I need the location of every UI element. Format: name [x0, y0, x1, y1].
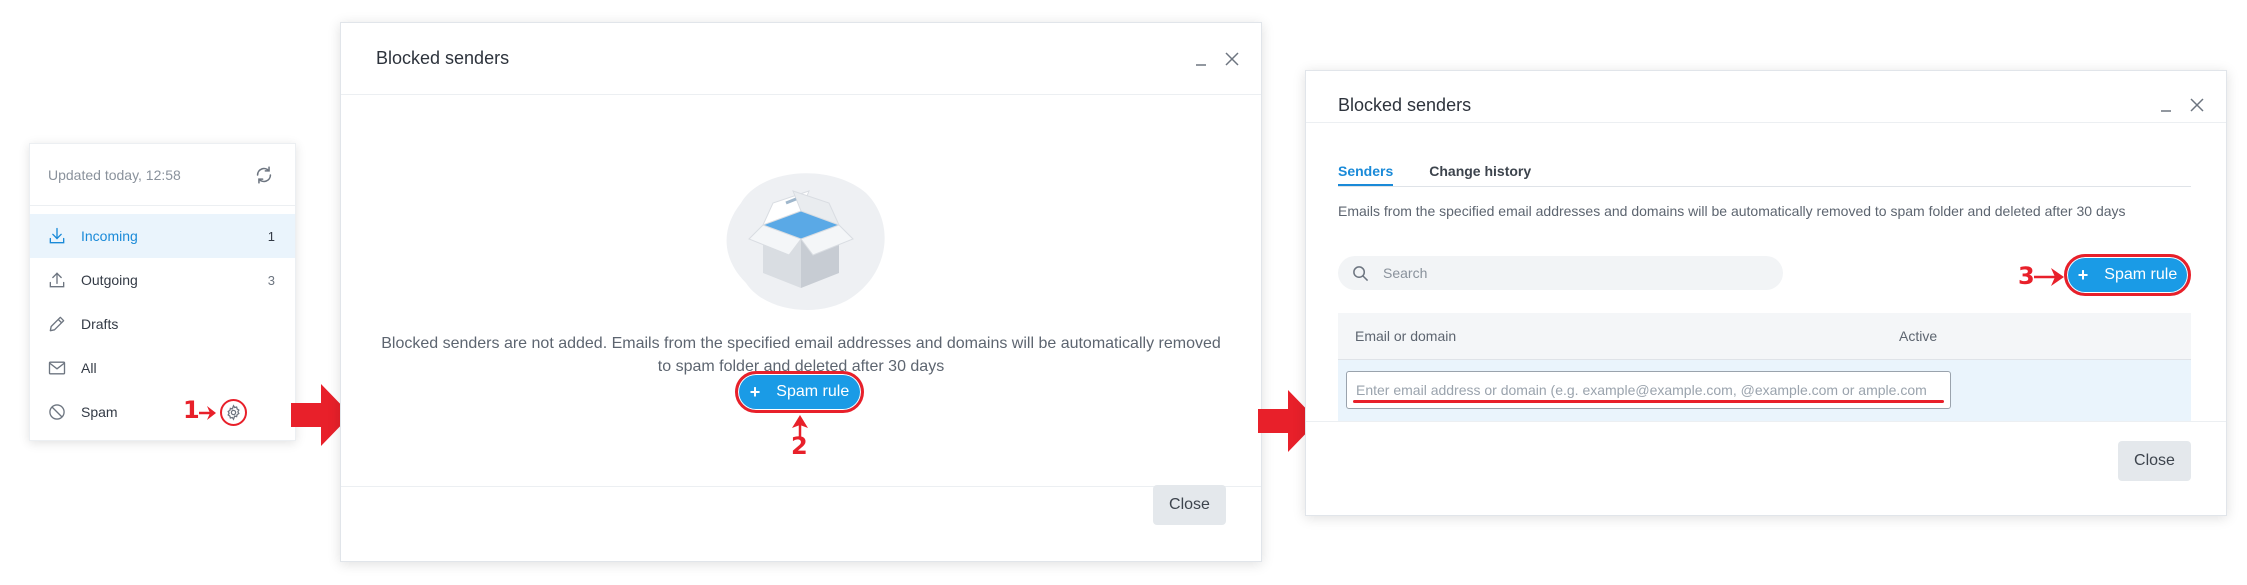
search-icon: [1353, 265, 1369, 281]
folder-count: 1: [267, 228, 275, 244]
folder-label: Incoming: [81, 228, 138, 244]
upload-icon: [49, 272, 65, 288]
blocked-senders-table: Email or domain Active Enter email addre…: [1338, 313, 2191, 421]
close-icon[interactable]: [2188, 96, 2206, 114]
button-label: Spam rule: [776, 383, 850, 400]
folder-item-all[interactable]: All: [30, 346, 295, 390]
empty-box-icon: [726, 173, 885, 310]
folder-label: All: [81, 360, 97, 376]
blocked-senders-dialog-editing: Blocked senders Senders Change history E…: [1305, 70, 2227, 516]
refresh-icon[interactable]: [253, 164, 275, 186]
tab-change-history[interactable]: Change history: [1429, 151, 1531, 186]
button-label: Spam rule: [2104, 266, 2178, 283]
download-icon: [49, 227, 65, 244]
folder-panel: Updated today, 12:58 Incoming 1 Outgoing…: [29, 143, 296, 441]
add-spam-rule-button[interactable]: + Spam rule: [2064, 254, 2191, 296]
minimize-icon[interactable]: [2158, 96, 2176, 114]
column-active: Active: [1899, 328, 1938, 344]
pencil-icon: [49, 316, 65, 332]
updated-timestamp: Updated today, 12:58: [48, 166, 181, 183]
search-input[interactable]: Search: [1338, 256, 1783, 290]
table-header: Email or domain Active: [1338, 313, 2191, 359]
folder-item-spam[interactable]: Spam: [30, 390, 295, 434]
folder-count: 3: [267, 272, 275, 288]
search-placeholder: Search: [1383, 265, 1428, 281]
add-spam-rule-button[interactable]: + Spam rule: [735, 371, 864, 413]
blocked-senders-dialog-empty: Blocked senders Blocked senders are not …: [340, 22, 1262, 562]
gear-icon: [227, 404, 240, 421]
input-placeholder: Enter email address or domain (e.g. exam…: [1356, 382, 1927, 398]
tab-bar: Senders Change history: [1338, 151, 2191, 187]
folder-item-outgoing[interactable]: Outgoing 3: [30, 258, 295, 302]
plus-icon: +: [749, 381, 761, 402]
step-1-pointer-arrow: [199, 406, 216, 420]
update-status-row: Updated today, 12:58: [30, 144, 295, 206]
folder-label: Drafts: [81, 316, 119, 332]
blocked-icon: [49, 404, 65, 420]
folder-item-drafts[interactable]: Drafts: [30, 302, 295, 346]
column-email-or-domain: Email or domain: [1355, 328, 1457, 344]
dialog-header: Blocked senders: [341, 23, 1261, 95]
minimize-icon[interactable]: [1193, 50, 1211, 68]
folder-item-incoming[interactable]: Incoming 1: [30, 214, 295, 258]
table-row: Enter email address or domain (e.g. exam…: [1338, 359, 2191, 421]
close-button[interactable]: Close: [1153, 485, 1226, 525]
email-or-domain-input[interactable]: Enter email address or domain (e.g. exam…: [1346, 371, 1951, 409]
spam-settings-button[interactable]: [220, 399, 247, 426]
close-icon[interactable]: [1223, 50, 1241, 68]
step-3-pointer-arrow: [2034, 268, 2064, 286]
dialog-header: Blocked senders: [1306, 71, 2226, 123]
close-button[interactable]: Close: [2118, 441, 2191, 481]
folder-label: Outgoing: [81, 272, 138, 288]
tab-senders[interactable]: Senders: [1338, 151, 1394, 186]
plus-icon: +: [2077, 264, 2089, 285]
step-number-2: 2: [791, 432, 808, 460]
envelope-icon: [48, 361, 66, 375]
rule-description: Emails from the specified email addresse…: [1338, 203, 2126, 219]
dialog-title: Blocked senders: [1338, 94, 1472, 115]
dialog-title: Blocked senders: [376, 48, 510, 68]
highlight-underline: [1353, 400, 1944, 403]
